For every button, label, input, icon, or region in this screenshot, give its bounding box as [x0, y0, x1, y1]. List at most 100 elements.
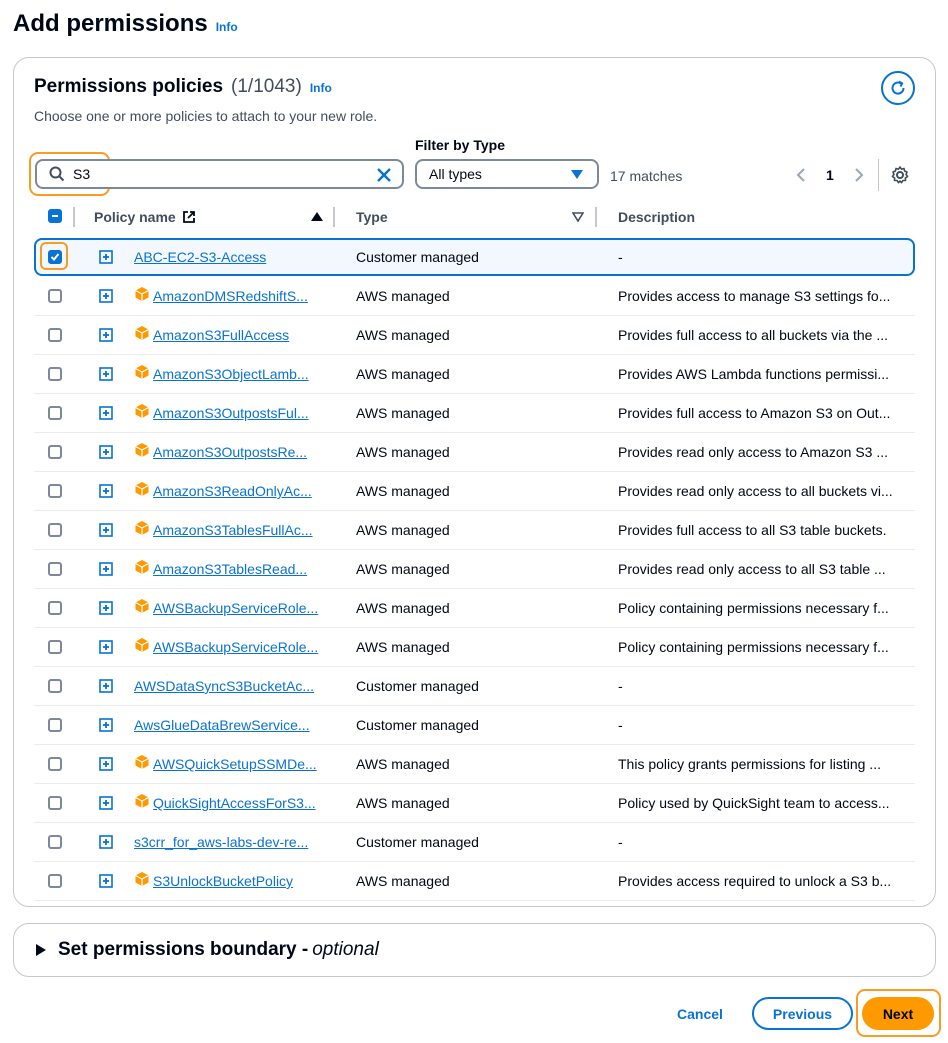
row-checkbox[interactable]: [48, 601, 62, 615]
row-checkbox[interactable]: [48, 367, 62, 381]
select-all-checkbox[interactable]: [48, 209, 62, 223]
sort-ascending-icon[interactable]: [311, 212, 323, 222]
expand-icon[interactable]: [99, 601, 113, 618]
column-label-description: Description: [618, 209, 696, 225]
policy-description: Provides full access to all S3 table buc…: [618, 522, 887, 538]
aws-managed-icon: [134, 598, 150, 617]
search-input[interactable]: S3: [35, 159, 404, 189]
table-row[interactable]: AmazonS3FullAccess AWS managed Provides fu…: [34, 316, 915, 355]
table-row[interactable]: AmazonS3ObjectLamb... AWS managed Provides…: [34, 355, 915, 394]
policy-description: Provides read only access to all buckets…: [618, 483, 893, 499]
clear-icon[interactable]: [376, 167, 392, 183]
policy-name-link[interactable]: AmazonS3OutpostsFul...: [153, 405, 309, 421]
policy-name-link[interactable]: AmazonS3FullAccess: [153, 327, 289, 343]
row-checkbox[interactable]: [48, 835, 62, 849]
expand-icon[interactable]: [99, 328, 113, 345]
row-checkbox[interactable]: [48, 757, 62, 771]
expand-icon[interactable]: [99, 406, 113, 423]
expand-icon[interactable]: [99, 367, 113, 384]
cancel-button[interactable]: Cancel: [664, 998, 736, 1030]
permissions-boundary-section[interactable]: Set permissions boundary - optional: [13, 923, 936, 977]
row-checkbox[interactable]: [48, 484, 62, 498]
row-checkbox[interactable]: [48, 406, 62, 420]
table-row[interactable]: AmazonS3TablesFullAc... AWS managed Provid…: [34, 511, 915, 550]
page-number[interactable]: 1: [826, 167, 834, 183]
column-header-description: Description: [618, 209, 695, 225]
table-row[interactable]: AWSQuickSetupSSMDe... AWS managed This pol…: [34, 745, 915, 784]
next-button[interactable]: Next: [862, 997, 934, 1030]
expand-icon[interactable]: [99, 679, 113, 696]
row-checkbox[interactable]: [48, 289, 62, 303]
table-row[interactable]: AmazonS3ReadOnlyAc... AWS managed Provides…: [34, 472, 915, 511]
table-row[interactable]: ABC-EC2-S3-Access Customer managed -: [34, 238, 915, 276]
table-row[interactable]: AmazonS3TablesRead... AWS managed Provides…: [34, 550, 915, 589]
table-row[interactable]: AmazonS3OutpostsRe... AWS managed Provides…: [34, 433, 915, 472]
expand-icon[interactable]: [99, 796, 113, 813]
sort-down-icon[interactable]: [572, 212, 584, 222]
expand-icon[interactable]: [99, 523, 113, 540]
row-checkbox[interactable]: [48, 328, 62, 342]
policy-name-link[interactable]: AmazonS3ReadOnlyAc...: [153, 483, 312, 499]
expand-icon[interactable]: [99, 445, 113, 462]
previous-button[interactable]: Previous: [752, 997, 853, 1030]
aws-managed-icon: [134, 481, 150, 500]
policy-name-link[interactable]: AmazonS3OutpostsRe...: [153, 444, 307, 460]
external-link-icon[interactable]: [182, 210, 196, 224]
caret-right-icon: [36, 944, 46, 956]
expand-icon[interactable]: [99, 835, 113, 852]
refresh-button[interactable]: [881, 71, 915, 105]
table-row[interactable]: AWSDataSyncS3BucketAc... Customer managed…: [34, 667, 915, 706]
chevron-right-icon[interactable]: [854, 167, 864, 183]
expand-icon[interactable]: [99, 250, 113, 267]
table-row[interactable]: AWSBackupServiceRole... AWS managed Policy…: [34, 589, 915, 628]
aws-managed-icon: [134, 364, 150, 383]
caret-down-icon: [571, 170, 583, 179]
policy-name-link[interactable]: AmazonDMSRedshiftS...: [153, 288, 308, 304]
table-row[interactable]: S3UnlockBucketPolicy AWS managed Provides …: [34, 862, 915, 901]
row-checkbox[interactable]: [48, 640, 62, 654]
row-checkbox[interactable]: [48, 796, 62, 810]
column-header-type[interactable]: Type: [356, 209, 388, 225]
expand-icon[interactable]: [99, 874, 113, 891]
table-row[interactable]: QuickSightAccessForS3... AWS managed Polic…: [34, 784, 915, 823]
expand-icon[interactable]: [99, 484, 113, 501]
row-checkbox[interactable]: [48, 874, 62, 888]
expand-icon[interactable]: [99, 640, 113, 657]
column-header-policy-name[interactable]: Policy name: [94, 209, 196, 225]
policy-type: AWS managed: [356, 600, 450, 616]
expand-icon[interactable]: [99, 757, 113, 774]
policy-name-link[interactable]: AWSBackupServiceRole...: [153, 639, 318, 655]
policy-name-link[interactable]: AmazonS3TablesFullAc...: [153, 522, 313, 538]
gear-icon[interactable]: [890, 165, 910, 185]
policy-name-link[interactable]: AmazonS3TablesRead...: [153, 561, 307, 577]
table-row[interactable]: AwsGlueDataBrewService... Customer manage…: [34, 706, 915, 745]
row-checkbox[interactable]: [48, 445, 62, 459]
policy-name-link[interactable]: AWSBackupServiceRole...: [153, 600, 318, 616]
expand-icon[interactable]: [99, 562, 113, 579]
boundary-title: Set permissions boundary -: [58, 939, 309, 960]
page-info-link[interactable]: Info: [216, 20, 238, 34]
policy-name-link[interactable]: s3crr_for_aws-labs-dev-re...: [134, 834, 308, 850]
policy-name-link[interactable]: S3UnlockBucketPolicy: [153, 873, 293, 889]
policy-description: Provides read only access to Amazon S3 .…: [618, 444, 889, 460]
table-row[interactable]: AmazonS3OutpostsFul... AWS managed Provide…: [34, 394, 915, 433]
policies-info-link[interactable]: Info: [310, 81, 332, 95]
chevron-left-icon[interactable]: [796, 167, 806, 183]
page-title-text: Add permissions: [13, 10, 208, 37]
policy-name-link[interactable]: ABC-EC2-S3-Access: [134, 249, 266, 265]
row-checkbox[interactable]: [48, 523, 62, 537]
policy-name-link[interactable]: AwsGlueDataBrewService...: [134, 717, 310, 733]
table-row[interactable]: AmazonDMSRedshiftS... AWS managed Provides…: [34, 277, 915, 316]
policy-name-link[interactable]: AWSQuickSetupSSMDe...: [153, 756, 317, 772]
row-checkbox[interactable]: [48, 562, 62, 576]
policy-name-link[interactable]: AmazonS3ObjectLamb...: [153, 366, 309, 382]
filter-type-select[interactable]: All types: [415, 159, 599, 189]
row-checkbox[interactable]: [48, 679, 62, 693]
table-row[interactable]: AWSBackupServiceRole... AWS managed Policy…: [34, 628, 915, 667]
row-checkbox[interactable]: [48, 718, 62, 732]
policy-name-link[interactable]: QuickSightAccessForS3...: [153, 795, 316, 811]
expand-icon[interactable]: [99, 289, 113, 306]
policy-name-link[interactable]: AWSDataSyncS3BucketAc...: [134, 678, 314, 694]
table-row[interactable]: s3crr_for_aws-labs-dev-re... Customer man…: [34, 823, 915, 862]
expand-icon[interactable]: [99, 718, 113, 735]
